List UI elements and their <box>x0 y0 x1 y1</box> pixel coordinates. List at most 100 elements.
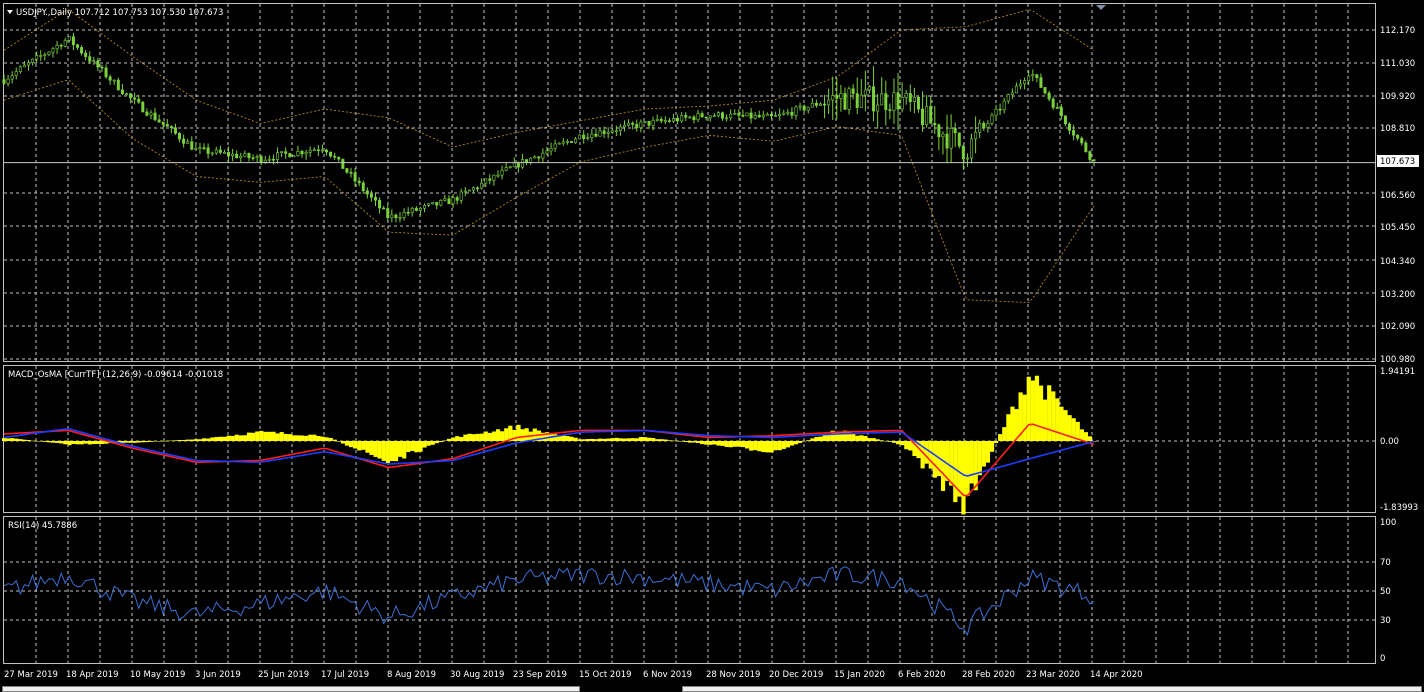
osma-bar <box>679 441 684 442</box>
osma-bar <box>79 441 84 445</box>
osma-bar <box>569 436 574 441</box>
candle-body <box>333 155 337 158</box>
time-axis-label: 20 Dec 2019 <box>769 670 823 680</box>
candle-body <box>496 174 500 177</box>
osma-bar <box>642 437 648 441</box>
osma-bar <box>406 441 411 453</box>
osma-bar <box>26 440 31 441</box>
candle-body <box>451 197 455 205</box>
osma-bar <box>63 441 68 445</box>
candle-body <box>296 150 300 156</box>
osma-bar <box>157 441 162 442</box>
osma-bar <box>700 441 705 445</box>
candle-body <box>1076 134 1080 139</box>
candle-body <box>978 122 982 133</box>
candle-body <box>92 60 96 62</box>
candle-body <box>1010 92 1014 95</box>
osma-bar <box>55 441 60 443</box>
candle-body <box>1031 74 1035 77</box>
candle-body <box>1039 77 1043 88</box>
osma-bar <box>581 439 586 441</box>
candle-body <box>443 198 447 201</box>
rsi-panel[interactable] <box>3 516 1376 664</box>
macd-axis-label: 0.00 <box>1380 437 1399 447</box>
candle-body <box>431 202 435 205</box>
osma-bar <box>451 437 456 441</box>
osma-bar <box>438 441 444 443</box>
osma-bar <box>393 441 399 462</box>
candle-body <box>904 93 908 98</box>
candle-body <box>22 64 26 68</box>
macd-panel-title: MACD_OsMA [CurrTF] (12,26,9) -0.09614 -0… <box>8 370 223 380</box>
candle-body <box>304 152 308 155</box>
candle-body <box>284 151 288 154</box>
chart-tab[interactable] <box>682 686 1422 692</box>
osma-bar <box>928 441 933 469</box>
candle-body <box>912 96 916 102</box>
candle-body <box>529 157 533 163</box>
chart-tab[interactable] <box>2 686 580 692</box>
osma-bar <box>34 441 39 442</box>
price-axis-label: 102.090 <box>1380 322 1415 332</box>
candle-body <box>725 117 729 120</box>
candle-body <box>578 134 582 140</box>
osma-bar <box>622 438 627 441</box>
osma-bar <box>181 439 186 441</box>
candle-body <box>1084 142 1088 152</box>
trading-chart[interactable]: USDJPY.,Daily 107.712 107.753 107.530 10… <box>0 0 1424 690</box>
osma-bar <box>1030 380 1035 441</box>
osma-bar <box>793 441 799 445</box>
osma-bar <box>271 431 276 441</box>
candle-body <box>582 134 586 139</box>
candle-body <box>970 138 974 159</box>
time-axis-label: 8 Aug 2019 <box>387 670 436 680</box>
candle-body <box>504 167 508 171</box>
candle-body <box>361 182 365 192</box>
osma-bar <box>369 441 374 455</box>
candle-body <box>916 96 920 110</box>
candle-body <box>186 141 190 144</box>
osma-bar <box>769 441 774 453</box>
candle-body <box>569 141 573 143</box>
candle-body <box>480 182 484 189</box>
candle-body <box>124 93 128 95</box>
candle-body <box>545 150 549 154</box>
osma-bar <box>667 440 672 441</box>
osma-bar <box>218 436 223 441</box>
osma-bar <box>749 441 754 451</box>
candle-body <box>994 108 998 116</box>
candle-body <box>700 113 704 118</box>
symbol-header: USDJPY.,Daily 107.712 107.753 107.530 10… <box>16 8 223 18</box>
osma-bar <box>214 437 219 441</box>
candle-body <box>998 108 1002 111</box>
candle-body <box>794 106 798 116</box>
candle-body <box>145 111 149 116</box>
candle-body <box>345 168 349 173</box>
candle-body <box>553 143 557 149</box>
osma-bar <box>463 434 468 441</box>
osma-bar <box>238 435 243 441</box>
candle-body <box>112 79 116 82</box>
osma-bar <box>230 435 235 441</box>
candle-body <box>672 117 676 122</box>
osma-bar <box>242 435 248 441</box>
candle-body <box>594 133 598 137</box>
osma-bar <box>287 434 292 441</box>
candle-body <box>1092 159 1096 161</box>
price-panel[interactable] <box>3 3 1376 362</box>
candle-body <box>439 200 443 206</box>
candle-body <box>704 116 708 119</box>
osma-bar <box>704 441 709 445</box>
rsi-axis-label: 30 <box>1380 616 1391 626</box>
time-axis-label: 30 Aug 2019 <box>450 670 504 680</box>
osma-bar <box>900 441 905 446</box>
osma-bar <box>202 438 207 441</box>
candle-body <box>373 197 377 201</box>
osma-bar <box>614 437 619 441</box>
osma-bar <box>320 436 325 441</box>
osma-bar <box>716 441 721 446</box>
candle-body <box>1019 83 1023 87</box>
candle-body <box>43 54 47 56</box>
osma-bar <box>687 441 693 443</box>
osma-bar <box>602 438 607 441</box>
